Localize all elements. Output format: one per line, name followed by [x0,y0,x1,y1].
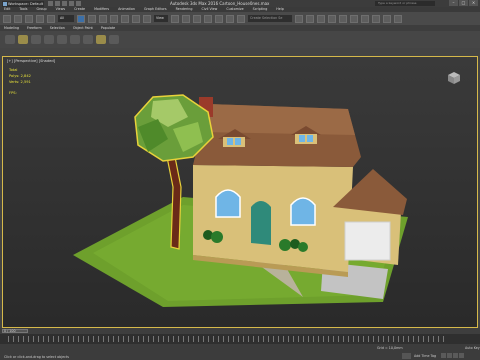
window-left [215,189,241,218]
graphite-toggle-icon[interactable] [328,14,336,23]
ribbon-panel [0,31,480,48]
undo-button[interactable] [3,14,11,23]
set-key-button[interactable] [402,353,411,359]
status-prompt: Click or click-and-drag to select object… [4,355,69,359]
camera-icon[interactable] [109,35,119,44]
polygon-modeling-icon[interactable] [5,35,15,44]
rendered-frame-window-icon[interactable] [383,14,391,23]
app-title: Autodesk 3ds Max 2016 Cartoon_House0nes.… [170,1,270,6]
layer-manager-icon[interactable] [317,14,325,23]
scene-render [73,94,408,307]
percent-snap-icon[interactable] [226,14,234,23]
track-bar-ticks [8,336,448,342]
dormer-window-left [223,137,245,147]
perspective-viewport[interactable]: [+] [Perspective] [Shaded] Total Polys: … [2,56,478,328]
link-icon[interactable] [25,14,33,23]
polygon-icon[interactable] [70,35,80,44]
grid-size-readout: Grid = 10,0mm [377,346,403,350]
light-icon[interactable] [96,35,106,44]
render-setup-icon[interactable] [372,14,380,23]
edge-icon[interactable] [44,35,54,44]
next-frame-icon[interactable] [459,353,464,358]
close-button[interactable]: × [469,0,478,6]
mirror-icon[interactable] [295,14,303,23]
align-icon[interactable] [306,14,314,23]
material-editor-icon[interactable] [361,14,369,23]
rectangular-selection-icon[interactable] [99,14,107,23]
playback-controls [441,353,464,358]
selection-filter-dropdown[interactable]: All [58,15,74,22]
track-bar[interactable] [0,334,480,344]
pivot-center-icon[interactable] [171,14,179,23]
unlink-icon[interactable] [36,14,44,23]
go-to-start-icon[interactable] [441,353,446,358]
workspace-selector[interactable]: Workspace: Default [2,0,44,7]
select-manipulate-icon[interactable] [182,14,190,23]
auto-key-button[interactable]: Auto Key [465,346,480,350]
quick-access-toolbar [48,1,81,6]
move-icon[interactable] [121,14,129,23]
main-toolbar: All View Create Selection Se [0,12,480,25]
angle-snap-icon[interactable] [215,14,223,23]
window-crossing-icon[interactable] [110,14,118,23]
save-file-icon[interactable] [62,1,67,6]
select-by-name-icon[interactable] [88,14,96,23]
vertex-icon[interactable] [31,35,41,44]
title-bar: Workspace: Default Autodesk 3ds Max 2016… [0,0,480,7]
status-bar: Click or click-and-drag to select object… [0,344,480,360]
previous-frame-icon[interactable] [447,353,452,358]
redo-icon[interactable] [76,1,81,6]
select-object-icon[interactable] [77,14,85,23]
undo-icon[interactable] [69,1,74,6]
max-logo-icon [3,1,7,6]
front-door [251,201,271,245]
named-selection-set-input[interactable]: Create Selection Se [248,15,292,22]
workspace-label: Workspace: Default [8,1,44,6]
maximize-button[interactable]: □ [459,0,468,6]
search-input[interactable]: Type a keyword or phrase [375,1,435,6]
scale-icon[interactable] [143,14,151,23]
redo-button[interactable] [14,14,22,23]
schematic-view-icon[interactable] [350,14,358,23]
keyboard-shortcut-override-icon[interactable] [193,14,201,23]
render-production-icon[interactable] [394,14,402,23]
window-right [290,197,316,226]
border-icon[interactable] [57,35,67,44]
curve-editor-icon[interactable] [339,14,347,23]
garage-door [344,221,391,261]
open-file-icon[interactable] [55,1,60,6]
modify-mode-icon[interactable] [18,35,28,44]
window-controls: – □ × [449,0,478,6]
add-time-tag-button[interactable]: Add Time Tag [414,354,436,358]
spinner-snap-icon[interactable] [237,14,245,23]
new-file-icon[interactable] [48,1,53,6]
element-icon[interactable] [83,35,93,44]
house-wall [193,165,353,272]
dormer-window-right [295,134,317,144]
rotate-icon[interactable] [132,14,140,23]
reference-coordinate-dropdown[interactable]: View [154,15,168,22]
bind-space-warp-icon[interactable] [47,14,55,23]
snaps-toggle-icon[interactable] [204,14,212,23]
minimize-button[interactable]: – [449,0,458,6]
play-icon[interactable] [453,353,458,358]
